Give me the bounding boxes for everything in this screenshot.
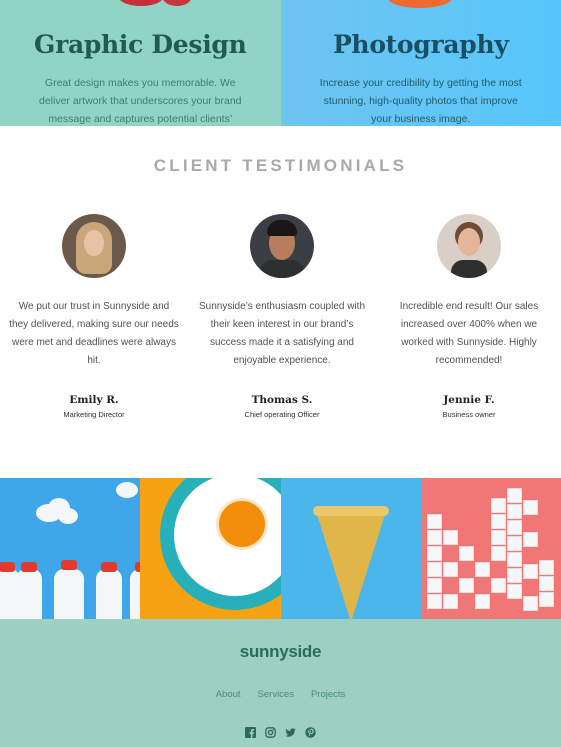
testimonials-section: CLIENT TESTIMONIALS We put our trust in … bbox=[0, 126, 561, 478]
ice-cream-cone-image bbox=[280, 478, 421, 619]
pinterest-icon[interactable] bbox=[305, 727, 316, 738]
avatar bbox=[250, 214, 314, 278]
footer-link-services[interactable]: Services bbox=[258, 689, 294, 700]
cherry-decoration bbox=[162, 0, 192, 6]
testimonial-quote: We put our trust in Sunnyside and they d… bbox=[9, 301, 179, 366]
testimonials-heading: CLIENT TESTIMONIALS bbox=[153, 156, 408, 175]
footer-nav: About Services Projects bbox=[0, 689, 561, 700]
graphic-design-text: Great design makes you memorable. We del… bbox=[38, 77, 242, 125]
testimonial-role: Marketing Director bbox=[63, 410, 125, 419]
avatar bbox=[62, 214, 126, 278]
testimonial-name: Emily R. bbox=[69, 394, 119, 406]
graphic-design-card: Graphic Design Great design makes you me… bbox=[0, 0, 281, 126]
facebook-icon[interactable] bbox=[245, 727, 256, 738]
cherry-decoration bbox=[118, 0, 164, 6]
testimonial-card: Incredible end result! Our sales increas… bbox=[384, 214, 554, 419]
photography-text: Increase your credibility by getting the… bbox=[319, 77, 522, 125]
footer-link-projects[interactable]: Projects bbox=[311, 689, 345, 700]
orange-plate-image bbox=[140, 478, 281, 619]
testimonial-quote: Sunnyside’s enthusiasm coupled with thei… bbox=[198, 301, 366, 366]
testimonial-name: Thomas S. bbox=[251, 394, 313, 406]
testimonial-card: Sunnyside’s enthusiasm coupled with thei… bbox=[197, 214, 367, 419]
footer-logo[interactable]: sunnyside bbox=[0, 642, 561, 662]
gallery bbox=[0, 478, 561, 619]
orange-decoration bbox=[387, 0, 452, 8]
testimonial-quote: Incredible end result! Our sales increas… bbox=[399, 301, 539, 366]
testimonial-role: Business owner bbox=[442, 410, 496, 419]
photography-card: Photography Increase your credibility by… bbox=[280, 0, 561, 126]
testimonial-name: Jennie F. bbox=[443, 394, 495, 406]
milk-bottles-image bbox=[0, 478, 141, 619]
sugar-cubes-image bbox=[420, 478, 561, 619]
twitter-icon[interactable] bbox=[285, 727, 296, 738]
instagram-icon[interactable] bbox=[265, 727, 276, 738]
avatar bbox=[437, 214, 501, 278]
testimonial-role: Chief operating Officer bbox=[244, 410, 320, 419]
services-section: Graphic Design Great design makes you me… bbox=[0, 0, 561, 126]
graphic-design-title: Graphic Design bbox=[34, 30, 247, 59]
photography-title: Photography bbox=[332, 30, 509, 59]
footer: sunnyside About Services Projects bbox=[0, 619, 561, 747]
footer-link-about[interactable]: About bbox=[216, 689, 241, 700]
social-links bbox=[0, 727, 561, 738]
testimonial-card: We put our trust in Sunnyside and they d… bbox=[9, 214, 179, 419]
